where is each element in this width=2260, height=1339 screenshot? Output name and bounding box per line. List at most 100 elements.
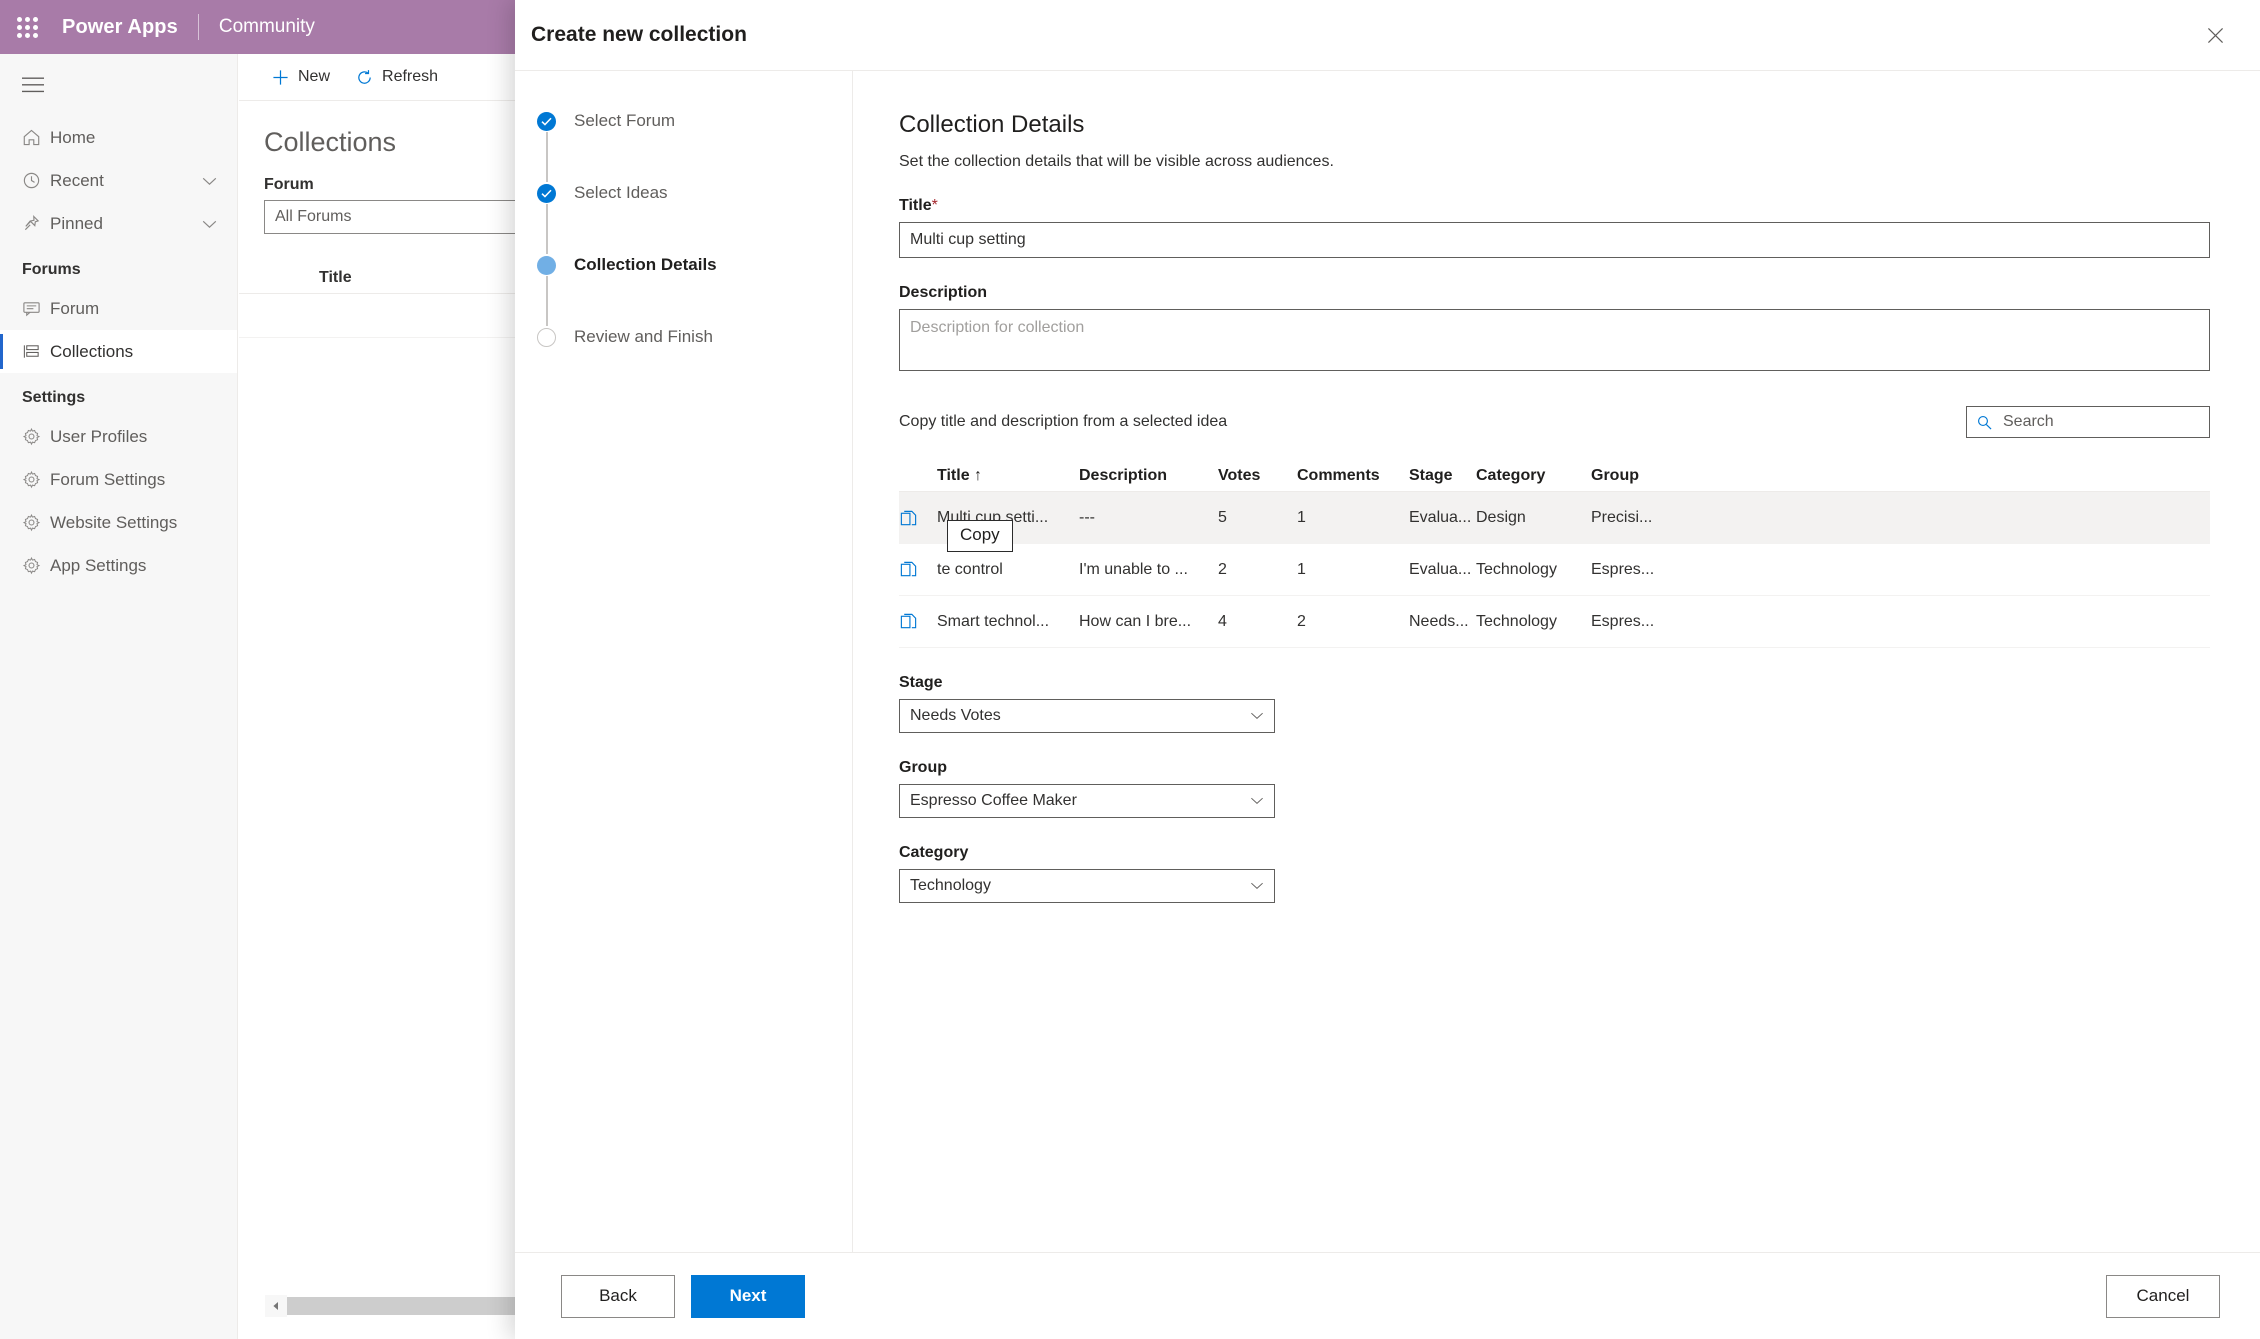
wizard-step-label: Select Ideas [574, 183, 668, 202]
close-icon[interactable] [2196, 16, 2234, 54]
cell-title: te control [937, 560, 1003, 578]
copy-tooltip: Copy [947, 520, 1013, 552]
idea-table: Title ↑ Description Votes Comments Stage… [899, 454, 2210, 648]
title-field-label: Title* [899, 197, 2210, 215]
sidebar-item-user-profiles[interactable]: User Profiles [0, 415, 237, 458]
app-name: Community [218, 16, 315, 37]
idea-table-header: Title ↑ Description Votes Comments Stage… [899, 454, 2210, 492]
cell-category: Technology [1476, 612, 1557, 630]
category-value: Technology [910, 877, 991, 894]
sidebar-item-label: User Profiles [50, 426, 148, 446]
step-connector [546, 132, 548, 182]
stage-value: Needs Votes [910, 707, 1001, 724]
cell-title: Smart technol... [937, 612, 1050, 630]
next-button[interactable]: Next [691, 1274, 805, 1318]
step-connector [546, 276, 548, 326]
new-button[interactable]: New [264, 64, 338, 90]
sidebar-item-label: App Settings [50, 555, 147, 575]
search-icon [1977, 415, 1992, 430]
description-input[interactable] [899, 309, 2210, 371]
sidebar-item-app-settings[interactable]: App Settings [0, 544, 237, 587]
dialog-footer: Back Next Cancel [515, 1252, 2260, 1339]
chevron-down-icon [1250, 712, 1264, 720]
column-header-group[interactable]: Group [1591, 467, 1711, 485]
sidebar-item-collections[interactable]: Collections [0, 330, 237, 373]
category-dropdown[interactable]: Technology [899, 869, 1275, 903]
chevron-down-icon[interactable] [202, 214, 217, 234]
copy-icon[interactable] [899, 612, 937, 631]
brand-separator [197, 14, 199, 40]
gear-icon [22, 513, 50, 532]
chevron-down-icon[interactable] [202, 171, 217, 191]
app-launcher-icon[interactable] [0, 0, 54, 54]
copy-icon[interactable] [899, 509, 937, 528]
collections-icon [22, 342, 50, 361]
cell-category: Design [1476, 509, 1526, 526]
refresh-button-label: Refresh [382, 68, 439, 85]
chevron-down-icon [1250, 797, 1264, 805]
column-header-comments[interactable]: Comments [1297, 467, 1409, 485]
table-row[interactable]: Multi cup setti... --- 5 1 Evalua... Des… [899, 492, 2210, 544]
sidebar-item-home[interactable]: Home [0, 116, 237, 159]
column-header-stage[interactable]: Stage [1409, 467, 1476, 485]
create-collection-dialog: Create new collection Select Forum Selec… [515, 0, 2260, 1339]
stage-field: Stage Needs Votes [899, 674, 2210, 733]
copy-from-idea-label: Copy title and description from a select… [899, 413, 1228, 430]
sidebar-item-recent[interactable]: Recent [0, 159, 237, 202]
dialog-header: Create new collection [515, 0, 2260, 71]
wizard-step-review-and-finish[interactable]: Review and Finish [537, 327, 852, 347]
search-box[interactable] [1966, 406, 2210, 438]
column-header-category[interactable]: Category [1476, 467, 1591, 485]
title-input[interactable] [899, 222, 2210, 258]
copy-icon[interactable] [899, 560, 937, 579]
pin-icon [22, 214, 50, 233]
sidebar-item-website-settings[interactable]: Website Settings [0, 501, 237, 544]
step-complete-icon [537, 112, 556, 131]
wizard-step-collection-details[interactable]: Collection Details [537, 255, 852, 327]
cell-category: Technology [1476, 560, 1557, 578]
stage-dropdown[interactable]: Needs Votes [899, 699, 1275, 733]
sidebar-item-label: Website Settings [50, 512, 178, 532]
cell-stage: Needs... [1409, 612, 1469, 630]
description-field-label: Description [899, 284, 988, 301]
dialog-body: Select Forum Select Ideas Collection Det… [515, 71, 2260, 1252]
table-row[interactable]: Smart technol... How can I bre... 4 2 Ne… [899, 596, 2210, 648]
back-button[interactable]: Back [561, 1274, 675, 1318]
pane-heading: Collection Details [899, 111, 1085, 138]
column-header-description[interactable]: Description [1079, 467, 1218, 485]
gear-icon [22, 470, 50, 489]
wizard-step-label: Review and Finish [574, 327, 713, 346]
column-header-title[interactable]: Title ↑ [937, 467, 1079, 485]
hamburger-icon[interactable] [0, 54, 237, 116]
cell-stage: Evalua... [1409, 560, 1472, 578]
sidebar-item-forum[interactable]: Forum [0, 287, 237, 330]
cell-comments: 1 [1297, 560, 1306, 578]
plus-icon [272, 69, 289, 86]
cell-description: How can I bre... [1079, 612, 1192, 630]
cell-group: Precisi... [1591, 509, 1653, 526]
scroll-left-icon[interactable] [265, 1295, 287, 1317]
group-label: Group [899, 759, 947, 776]
background-grid-col-title: Title [319, 269, 352, 286]
sidebar-item-pinned[interactable]: Pinned [0, 202, 237, 245]
sidebar-group-settings-title: Settings [22, 389, 86, 406]
group-field: Group Espresso Coffee Maker [899, 759, 2210, 818]
footer-left-buttons: Back Next [561, 1274, 2106, 1318]
chevron-down-icon [1250, 882, 1264, 890]
table-row[interactable]: te control I'm unable to ... 2 1 Evalua.… [899, 544, 2210, 596]
wizard-step-select-ideas[interactable]: Select Ideas [537, 183, 852, 255]
cell-comments: 2 [1297, 612, 1306, 630]
step-pending-icon [537, 328, 556, 347]
pane-subtitle: Set the collection details that will be … [899, 153, 1334, 170]
column-header-votes[interactable]: Votes [1218, 467, 1297, 485]
refresh-button[interactable]: Refresh [348, 64, 446, 90]
wizard-step-select-forum[interactable]: Select Forum [537, 111, 852, 183]
cell-comments: 1 [1297, 509, 1306, 526]
sidebar-item-forum-settings[interactable]: Forum Settings [0, 458, 237, 501]
search-input[interactable] [2001, 412, 2199, 432]
group-dropdown[interactable]: Espresso Coffee Maker [899, 784, 1275, 818]
wizard-step-label: Collection Details [574, 255, 717, 274]
cell-description: I'm unable to ... [1079, 560, 1188, 578]
stage-label: Stage [899, 674, 943, 691]
cancel-button[interactable]: Cancel [2106, 1274, 2220, 1318]
